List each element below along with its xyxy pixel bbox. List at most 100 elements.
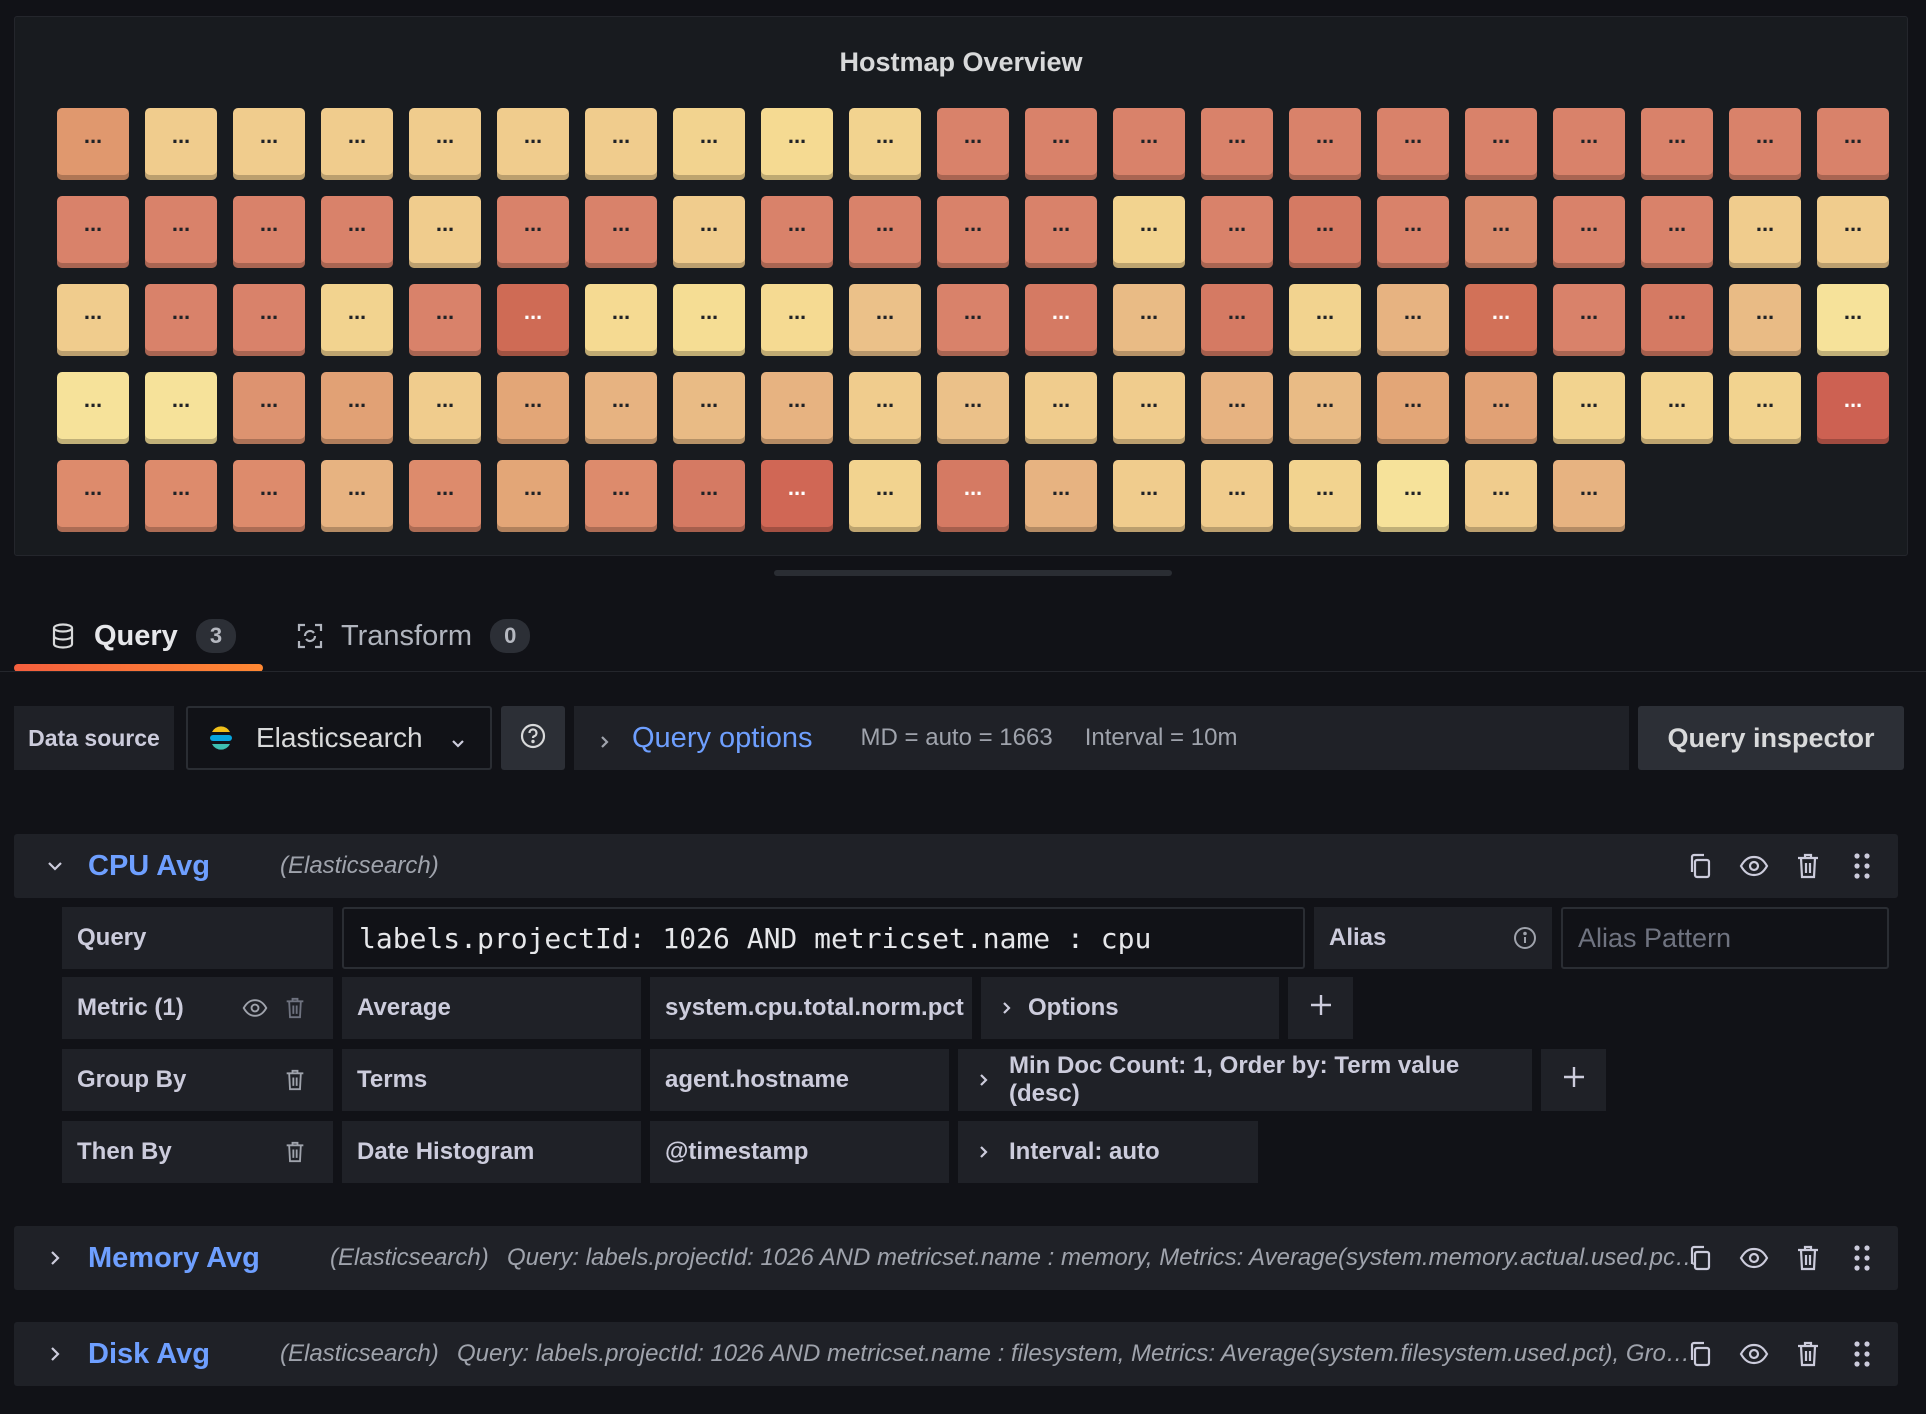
drag-handle-icon[interactable] xyxy=(1846,1242,1878,1274)
host-cell[interactable]: ... xyxy=(673,284,745,356)
host-cell[interactable]: ... xyxy=(849,460,921,532)
host-cell[interactable]: ... xyxy=(497,108,569,180)
host-cell[interactable]: ... xyxy=(1817,284,1889,356)
host-cell[interactable]: ... xyxy=(145,196,217,268)
query-row-memory-header[interactable]: Memory Avg (Elasticsearch) Query: labels… xyxy=(14,1226,1898,1290)
copy-icon[interactable] xyxy=(1684,1242,1716,1274)
add-groupby-button[interactable] xyxy=(1541,1049,1606,1111)
thenby-options-toggle[interactable]: Interval: auto xyxy=(958,1121,1258,1183)
eye-icon[interactable] xyxy=(242,995,268,1021)
host-cell[interactable]: ... xyxy=(585,284,657,356)
host-cell[interactable]: ... xyxy=(145,372,217,444)
host-cell[interactable]: ... xyxy=(233,284,305,356)
host-cell[interactable]: ... xyxy=(1729,196,1801,268)
thenby-field-select[interactable]: @timestamp xyxy=(650,1121,949,1183)
host-cell[interactable]: ... xyxy=(1113,460,1185,532)
eye-icon[interactable] xyxy=(1738,850,1770,882)
host-cell[interactable]: ... xyxy=(673,196,745,268)
host-cell[interactable]: ... xyxy=(1553,372,1625,444)
host-cell[interactable]: ... xyxy=(761,460,833,532)
host-cell[interactable]: ... xyxy=(1377,372,1449,444)
host-cell[interactable]: ... xyxy=(1729,284,1801,356)
host-cell[interactable]: ... xyxy=(145,284,217,356)
host-cell[interactable]: ... xyxy=(761,108,833,180)
host-cell[interactable]: ... xyxy=(1025,460,1097,532)
help-button[interactable] xyxy=(501,706,565,770)
host-cell[interactable]: ... xyxy=(1289,108,1361,180)
trash-icon[interactable] xyxy=(282,1067,308,1093)
query-name[interactable]: Memory Avg xyxy=(88,1242,260,1275)
host-cell[interactable]: ... xyxy=(673,460,745,532)
host-cell[interactable]: ... xyxy=(1641,372,1713,444)
host-cell[interactable]: ... xyxy=(1817,108,1889,180)
chevron-down-icon[interactable] xyxy=(44,855,66,877)
host-cell[interactable]: ... xyxy=(1113,108,1185,180)
host-cell[interactable]: ... xyxy=(937,284,1009,356)
host-cell[interactable]: ... xyxy=(1377,460,1449,532)
host-cell[interactable]: ... xyxy=(145,460,217,532)
metric-type-select[interactable]: Average xyxy=(342,977,641,1039)
info-circle-icon[interactable] xyxy=(1512,925,1538,951)
host-cell[interactable]: ... xyxy=(1289,196,1361,268)
trash-icon[interactable] xyxy=(282,995,308,1021)
data-source-select[interactable]: Elasticsearch xyxy=(186,706,492,770)
host-cell[interactable]: ... xyxy=(585,460,657,532)
host-cell[interactable]: ... xyxy=(585,372,657,444)
host-cell[interactable]: ... xyxy=(1641,108,1713,180)
host-cell[interactable]: ... xyxy=(673,372,745,444)
host-cell[interactable]: ... xyxy=(57,108,129,180)
host-cell[interactable]: ... xyxy=(1201,372,1273,444)
groupby-field-select[interactable]: agent.hostname xyxy=(650,1049,949,1111)
host-cell[interactable]: ... xyxy=(321,284,393,356)
host-cell[interactable]: ... xyxy=(1377,196,1449,268)
trash-icon[interactable] xyxy=(1792,850,1824,882)
host-cell[interactable]: ... xyxy=(1377,284,1449,356)
host-cell[interactable]: ... xyxy=(937,460,1009,532)
host-cell[interactable]: ... xyxy=(1201,284,1273,356)
host-cell[interactable]: ... xyxy=(1025,196,1097,268)
host-cell[interactable]: ... xyxy=(1025,372,1097,444)
thenby-type-select[interactable]: Date Histogram xyxy=(342,1121,641,1183)
host-cell[interactable]: ... xyxy=(585,108,657,180)
host-cell[interactable]: ... xyxy=(321,196,393,268)
groupby-type-select[interactable]: Terms xyxy=(342,1049,641,1111)
host-cell[interactable]: ... xyxy=(849,372,921,444)
host-cell[interactable]: ... xyxy=(1553,460,1625,532)
host-cell[interactable]: ... xyxy=(321,372,393,444)
panel-resize-handle[interactable] xyxy=(774,570,1172,576)
host-cell[interactable]: ... xyxy=(497,460,569,532)
host-cell[interactable]: ... xyxy=(409,372,481,444)
lucene-query-input[interactable]: labels.projectId: 1026 AND metricset.nam… xyxy=(342,907,1305,969)
host-cell[interactable]: ... xyxy=(1729,108,1801,180)
host-cell[interactable]: ... xyxy=(1465,108,1537,180)
host-cell[interactable]: ... xyxy=(409,460,481,532)
host-cell[interactable]: ... xyxy=(761,196,833,268)
alias-input[interactable]: Alias Pattern xyxy=(1561,907,1889,969)
host-cell[interactable]: ... xyxy=(1025,284,1097,356)
host-cell[interactable]: ... xyxy=(1465,284,1537,356)
host-cell[interactable]: ... xyxy=(849,108,921,180)
host-cell[interactable]: ... xyxy=(1817,196,1889,268)
host-cell[interactable]: ... xyxy=(497,196,569,268)
host-cell[interactable]: ... xyxy=(409,108,481,180)
host-cell[interactable]: ... xyxy=(1553,108,1625,180)
eye-icon[interactable] xyxy=(1738,1242,1770,1274)
add-metric-button[interactable] xyxy=(1288,977,1353,1039)
drag-handle-icon[interactable] xyxy=(1846,1338,1878,1370)
host-cell[interactable]: ... xyxy=(1641,196,1713,268)
query-name[interactable]: Disk Avg xyxy=(88,1338,210,1371)
host-cell[interactable]: ... xyxy=(1113,284,1185,356)
copy-icon[interactable] xyxy=(1684,850,1716,882)
host-cell[interactable]: ... xyxy=(57,372,129,444)
host-cell[interactable]: ... xyxy=(233,460,305,532)
host-cell[interactable]: ... xyxy=(1729,372,1801,444)
metric-options-toggle[interactable]: Options xyxy=(981,977,1279,1039)
host-cell[interactable]: ... xyxy=(761,372,833,444)
trash-icon[interactable] xyxy=(282,1139,308,1165)
host-cell[interactable]: ... xyxy=(937,108,1009,180)
drag-handle-icon[interactable] xyxy=(1846,850,1878,882)
host-cell[interactable]: ... xyxy=(145,108,217,180)
trash-icon[interactable] xyxy=(1792,1242,1824,1274)
eye-icon[interactable] xyxy=(1738,1338,1770,1370)
host-cell[interactable]: ... xyxy=(937,372,1009,444)
